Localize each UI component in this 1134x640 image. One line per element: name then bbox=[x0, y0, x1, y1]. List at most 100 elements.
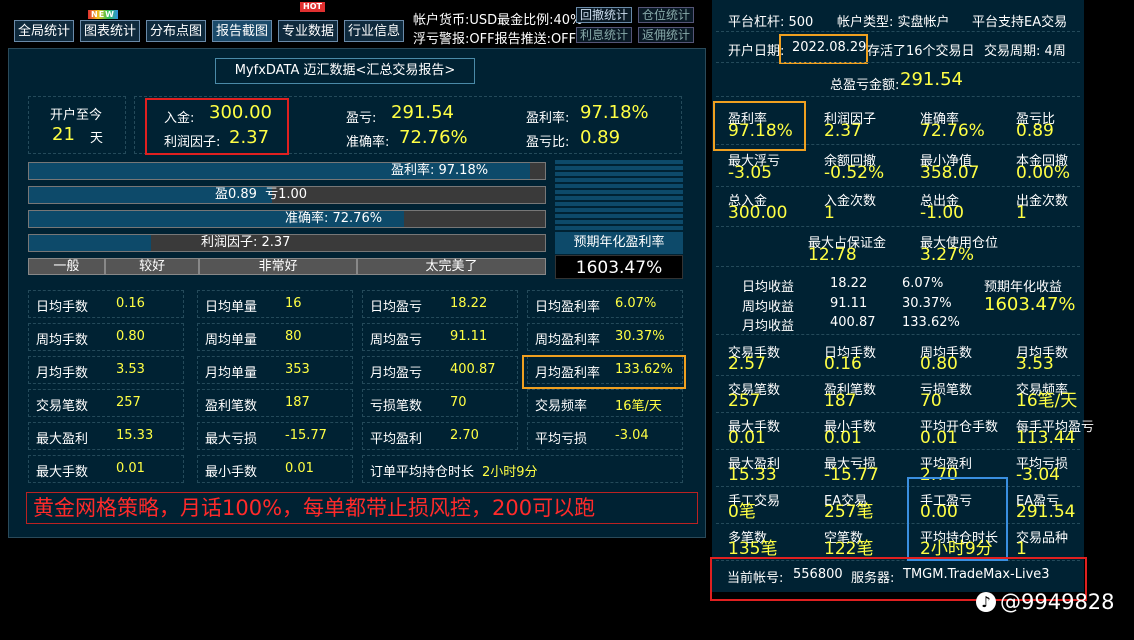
stat-value: 16笔/天 bbox=[615, 399, 662, 414]
pro-data-button[interactable]: 专业数据 bbox=[278, 20, 338, 42]
report-screenshot-button[interactable]: 报告截图 bbox=[212, 20, 272, 42]
trade-stat-value: 257笔 bbox=[824, 502, 874, 522]
stat-value: -3.04 bbox=[615, 428, 649, 443]
trade-stat-value: 291.54 bbox=[1016, 502, 1076, 522]
stat-label: 最大盈利 bbox=[36, 432, 89, 447]
ea-support-text: 平台支持EA交易 bbox=[972, 15, 1068, 30]
avg-return-value: 6.07% bbox=[902, 276, 944, 291]
stat-label: 月均手数 bbox=[36, 366, 89, 381]
right-stat-value: 358.07 bbox=[920, 163, 980, 183]
divider bbox=[716, 412, 1080, 413]
profit-rate-highlight-box bbox=[713, 101, 806, 151]
stat-value: 70 bbox=[450, 395, 467, 410]
right-stat-value: 72.76% bbox=[920, 121, 985, 141]
avg-return-label: 日均收益 bbox=[742, 280, 795, 295]
stat-label: 日均手数 bbox=[36, 300, 89, 315]
leverage-text: 平台杠杆: 500 bbox=[728, 15, 814, 30]
stat-value: 257 bbox=[116, 395, 141, 410]
right-stat-value: 1 bbox=[1016, 203, 1027, 223]
stat-value: 16 bbox=[285, 296, 302, 311]
pl-win-label: 盈0.89 bbox=[215, 187, 257, 202]
pnl-value: 291.54 bbox=[391, 102, 454, 123]
stat-label: 最小手数 bbox=[205, 465, 258, 480]
days-unit: 天 bbox=[90, 131, 104, 146]
divider bbox=[716, 226, 1080, 227]
total-pnl-label: 总盈亏金额: bbox=[830, 78, 900, 93]
chart-stats-button[interactable]: 图表统计 bbox=[80, 20, 140, 42]
trade-stat-value: 122笔 bbox=[824, 539, 874, 559]
stat-label: 月均单量 bbox=[205, 366, 258, 381]
stat-value: -15.77 bbox=[285, 428, 327, 443]
stat-label: 交易频率 bbox=[535, 399, 588, 414]
global-stats-button[interactable]: 全局统计 bbox=[14, 20, 74, 42]
drawdown-stats-button[interactable]: 回撤统计 bbox=[576, 7, 633, 23]
manual-pnl-highlight-box bbox=[907, 477, 1008, 561]
avg-return-value: 91.11 bbox=[830, 296, 868, 311]
profit-factor-bar-label: 利润因子: 2.37 bbox=[201, 235, 291, 250]
annual-rate-label: 预期年化盈利率 bbox=[555, 232, 683, 254]
divider bbox=[716, 96, 1080, 97]
trade-stat-value: 0.16 bbox=[824, 354, 862, 374]
position-stats-button[interactable]: 仓位统计 bbox=[638, 7, 695, 23]
trade-stat-value: 0笔 bbox=[728, 502, 756, 522]
profit-factor-bar: 利润因子: 2.37 bbox=[28, 234, 546, 252]
annual-return-label: 预期年化收益 bbox=[984, 280, 1063, 295]
right-stat-value: -0.52% bbox=[824, 163, 885, 183]
stat-value: 2小时9分 bbox=[482, 465, 538, 480]
open-date-highlight-box bbox=[779, 34, 868, 64]
stat-label: 日均单量 bbox=[205, 300, 258, 315]
stat-label: 订单平均持仓时长 bbox=[370, 465, 475, 480]
right-stat-value: 2.37 bbox=[824, 121, 862, 141]
stat-label: 平均盈利 bbox=[370, 432, 423, 447]
pl-ratio-value: 0.89 bbox=[580, 127, 621, 148]
deposit-highlight-box bbox=[145, 98, 289, 155]
stat-label: 亏损笔数 bbox=[370, 399, 423, 414]
max-margin-value: 12.78 bbox=[808, 245, 857, 265]
open-days-label: 开户至今 bbox=[50, 108, 103, 123]
trade-stat-value: 3.53 bbox=[1016, 354, 1054, 374]
watermark-text: @9949828 bbox=[1000, 590, 1115, 614]
divider bbox=[716, 449, 1080, 450]
new-badge: NEW bbox=[88, 9, 118, 20]
rebate-stats-button[interactable]: 返佣统计 bbox=[638, 27, 695, 43]
profit-rate-bar: 盈利率: 97.18% bbox=[28, 162, 546, 180]
rating-good: 较好 bbox=[104, 258, 200, 275]
rating-very-good: 非常好 bbox=[199, 258, 357, 275]
right-stat-value: 300.00 bbox=[728, 203, 788, 223]
industry-info-button[interactable]: 行业信息 bbox=[344, 20, 404, 42]
stat-label: 盈利笔数 bbox=[205, 399, 258, 414]
stat-value: 91.11 bbox=[450, 329, 488, 344]
trade-stat-value: 257 bbox=[728, 391, 761, 411]
stat-label: 日均盈利率 bbox=[535, 300, 601, 315]
pl-ratio-label: 盈亏比: bbox=[526, 135, 570, 150]
divider bbox=[716, 62, 1080, 63]
open-days-value: 21 bbox=[52, 124, 75, 145]
monthly-rate-highlight-box bbox=[522, 355, 686, 389]
right-stat-value: 1 bbox=[824, 203, 835, 223]
stat-label: 周均盈利率 bbox=[535, 333, 601, 348]
max-position-value: 3.27% bbox=[920, 245, 975, 265]
stat-value: 80 bbox=[285, 329, 302, 344]
float-alert-text: 浮亏警报:OFF报告推送:OFF bbox=[413, 32, 577, 47]
stat-label: 最大手数 bbox=[36, 465, 89, 480]
trade-stat-value: 15.33 bbox=[728, 465, 777, 485]
stat-value: 2.70 bbox=[450, 428, 479, 443]
stat-label: 日均盈亏 bbox=[370, 300, 423, 315]
pl-ratio-bar-label: 盈0.89 亏1.00 bbox=[29, 187, 545, 203]
stat-label: 交易笔数 bbox=[36, 399, 89, 414]
trade-stat-value: 113.44 bbox=[1016, 428, 1076, 448]
stat-value: 0.16 bbox=[116, 296, 145, 311]
distribution-button[interactable]: 分布点图 bbox=[146, 20, 206, 42]
stat-label: 周均单量 bbox=[205, 333, 258, 348]
account-type-text: 帐户类型: 实盘帐户 bbox=[837, 15, 950, 30]
rating-perfect: 太完美了 bbox=[356, 258, 546, 275]
avg-return-value: 30.37% bbox=[902, 296, 952, 311]
interest-stats-button[interactable]: 利息统计 bbox=[576, 27, 633, 43]
avg-return-value: 18.22 bbox=[830, 276, 868, 291]
stat-label: 平均亏损 bbox=[535, 432, 588, 447]
annual-gauge bbox=[555, 160, 683, 232]
stat-label: 月均盈亏 bbox=[370, 366, 423, 381]
stat-label: 最大亏损 bbox=[205, 432, 258, 447]
trade-stat-value: 0.01 bbox=[728, 428, 766, 448]
divider bbox=[716, 334, 1080, 335]
